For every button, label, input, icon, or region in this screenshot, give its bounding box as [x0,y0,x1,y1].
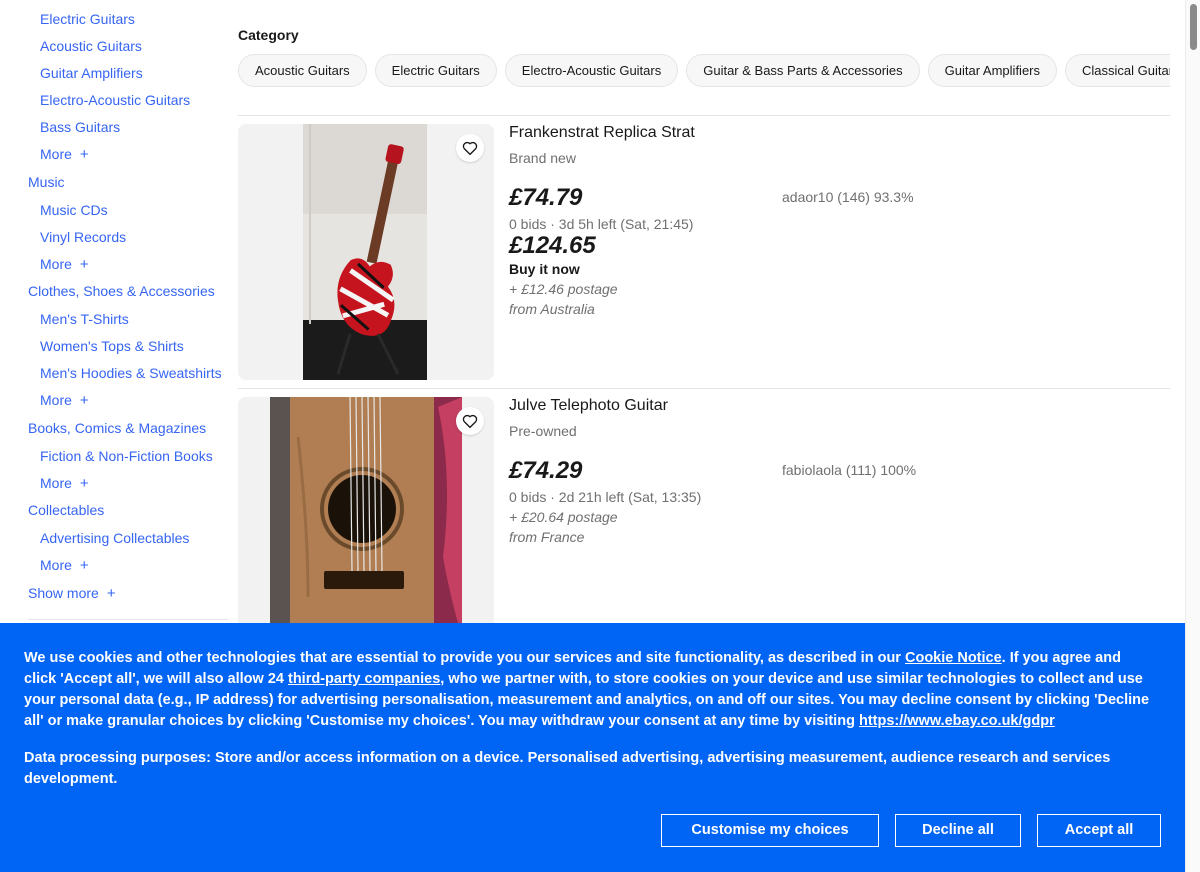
listing-item: Frankenstrat Replica Strat Brand new £74… [238,124,1170,388]
cookie-notice-text: We use cookies and other technologies th… [24,648,1154,732]
heart-icon [462,141,478,156]
classical-guitar-photo [238,397,494,637]
category-heading: Category [238,27,299,43]
sidebar-item-acoustic-guitars[interactable]: Acoustic Guitars [40,38,142,54]
cookie-notice-link[interactable]: Cookie Notice [905,650,1002,666]
sidebar-divider [28,619,228,620]
scrollbar-thumb[interactable] [1190,4,1197,50]
sidebar-item-books[interactable]: Books, Comics & Magazines [28,420,206,436]
bids-time-left: 0 bids · 3d 5h left (Sat, 21:45) [509,216,694,232]
listing-image[interactable] [238,124,494,380]
more-label: More [40,392,72,408]
postage-cost: + £12.46 postage [509,281,618,297]
third-party-companies-link[interactable]: third-party companies [288,671,440,687]
data-processing-purposes: Data processing purposes: Store and/or a… [24,750,1111,787]
more-label: More [40,557,72,573]
listing-condition: Brand new [509,150,576,166]
heart-icon [462,414,478,429]
sidebar-more-books[interactable]: More + [40,475,89,492]
seller-info: adaor10 (146) 93.3% [782,189,914,205]
listing-image[interactable] [238,397,494,637]
auction-price: £74.29 [509,457,583,484]
listing-condition: Pre-owned [509,423,577,439]
plus-icon: + [79,146,89,163]
more-label: More [40,146,72,162]
item-origin: from Australia [509,301,595,317]
chip-acoustic-guitars[interactable]: Acoustic Guitars [238,54,367,87]
sidebar-more-guitars[interactable]: More + [40,146,89,163]
plus-icon: + [79,557,89,574]
chip-guitar-amplifiers[interactable]: Guitar Amplifiers [927,54,1058,87]
buy-it-now-label: Buy it now [509,261,580,277]
item-origin: from France [509,529,585,545]
watch-heart-button[interactable] [456,134,484,162]
sidebar-item-mens-hoodies[interactable]: Men's Hoodies & Sweatshirts [40,365,222,381]
gdpr-link[interactable]: https://www.ebay.co.uk/gdpr [859,713,1055,729]
sidebar-item-music-cds[interactable]: Music CDs [40,202,108,218]
watch-heart-button[interactable] [456,407,484,435]
sidebar-item-collectables[interactable]: Collectables [28,502,104,518]
accept-all-button[interactable]: Accept all [1037,814,1161,847]
show-more-label: Show more [28,585,99,601]
plus-icon: + [79,392,89,409]
sidebar-item-fiction-books[interactable]: Fiction & Non-Fiction Books [40,448,213,464]
category-chips: Acoustic Guitars Electric Guitars Electro-… [238,54,1170,88]
sidebar-item-clothes[interactable]: Clothes, Shoes & Accessories [28,283,215,299]
sidebar-item-vinyl-records[interactable]: Vinyl Records [40,229,126,245]
buy-it-now-price: £124.65 [509,232,596,259]
sidebar-more-clothes[interactable]: More + [40,392,89,409]
chip-electro-acoustic-guitars[interactable]: Electro-Acoustic Guitars [504,54,679,87]
cookie-text-part-1: We use cookies and other technologies th… [24,650,905,666]
sidebar-item-guitar-amplifiers[interactable]: Guitar Amplifiers [40,65,143,81]
sidebar-item-music[interactable]: Music [28,174,65,190]
sidebar-more-collectables[interactable]: More + [40,557,89,574]
listing-title[interactable]: Julve Telephoto Guitar [509,397,668,415]
listing-title[interactable]: Frankenstrat Replica Strat [509,124,695,142]
sidebar-more-music[interactable]: More + [40,256,89,273]
sidebar-item-womens-tops[interactable]: Women's Tops & Shirts [40,338,184,354]
sidebar-item-bass-guitars[interactable]: Bass Guitars [40,119,120,135]
plus-icon: + [79,256,89,273]
sidebar-item-electric-guitars[interactable]: Electric Guitars [40,11,135,27]
chip-classical-guitars[interactable]: Classical Guitars [1065,54,1170,87]
page-scrollbar[interactable] [1185,0,1200,872]
seller-info: fabiolaola (111) 100% [782,462,917,478]
sidebar-item-advertising-collectables[interactable]: Advertising Collectables [40,530,189,546]
listing-item: Julve Telephoto Guitar Pre-owned £74.29 … [238,397,1170,637]
plus-icon: + [106,585,116,602]
sidebar-item-mens-tshirts[interactable]: Men's T-Shirts [40,311,129,327]
sidebar-item-electro-acoustic-guitars[interactable]: Electro-Acoustic Guitars [40,92,190,108]
customise-choices-button[interactable]: Customise my choices [661,814,879,847]
decline-all-button[interactable]: Decline all [895,814,1021,847]
auction-price: £74.79 [509,184,583,211]
show-more-link[interactable]: Show more + [28,585,116,602]
more-label: More [40,256,72,272]
listing-divider [238,388,1170,389]
chips-divider [238,115,1170,116]
electric-guitar-photo [238,124,494,380]
more-label: More [40,475,72,491]
cookie-consent-banner: We use cookies and other technologies th… [0,623,1185,872]
plus-icon: + [79,475,89,492]
postage-cost: + £20.64 postage [509,509,618,525]
bids-time-left: 0 bids · 2d 21h left (Sat, 13:35) [509,489,702,505]
chip-guitar-bass-parts[interactable]: Guitar & Bass Parts & Accessories [686,54,920,87]
chip-electric-guitars[interactable]: Electric Guitars [374,54,497,87]
